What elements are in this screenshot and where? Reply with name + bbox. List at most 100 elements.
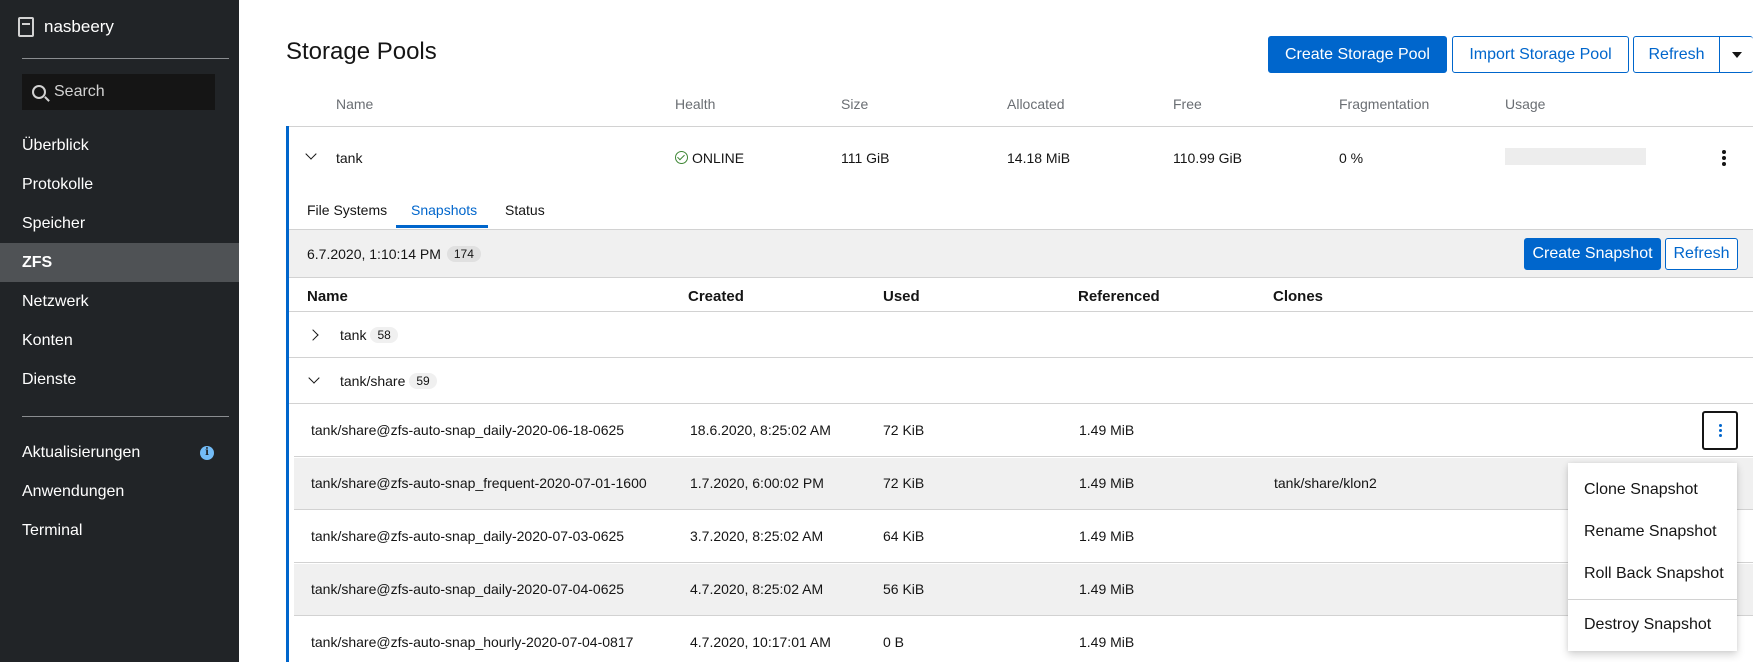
column-header-fragmentation: Fragmentation (1339, 96, 1430, 112)
column-header-clones: Clones (1273, 288, 1324, 305)
host-selector[interactable]: nasbeery (18, 14, 114, 40)
tab-file-systems[interactable]: File Systems (307, 202, 387, 218)
caret-down-icon (1731, 51, 1742, 58)
snapshot-created: 3.7.2020, 8:25:02 AM (690, 528, 824, 544)
create-snapshot-button[interactable]: Create Snapshot (1524, 238, 1661, 270)
snapshot-created: 4.7.2020, 10:17:01 AM (690, 634, 831, 650)
pool-fragmentation: 0 % (1339, 150, 1364, 166)
snapshot-timestamp-group: 6.7.2020, 1:10:14 PM 174 (307, 246, 481, 262)
divider (289, 311, 1753, 312)
nav-item-logs[interactable]: Protokolle (0, 165, 239, 204)
nav-item-zfs[interactable]: ZFS (0, 243, 239, 282)
snapshot-name: tank/share@zfs-auto-snap_daily-2020-06-1… (311, 422, 625, 438)
check-circle-icon (675, 151, 688, 164)
snapshot-referenced: 1.49 MiB (1079, 634, 1135, 650)
column-header-referenced: Referenced (1078, 288, 1160, 305)
search-input[interactable] (54, 83, 204, 101)
snapshot-used: 0 B (883, 634, 905, 650)
page-title: Storage Pools (286, 38, 437, 65)
snapshot-name: tank/share@zfs-auto-snap_daily-2020-07-0… (311, 581, 625, 597)
column-header-name: Name (307, 288, 348, 305)
snapshot-created: 1.7.2020, 6:00:02 PM (690, 475, 824, 491)
nav-item-updates[interactable]: Aktualisierungen i (0, 433, 239, 472)
menu-divider (1568, 599, 1737, 600)
chevron-down-icon[interactable] (308, 372, 320, 384)
group-tank[interactable]: tank 58 (340, 327, 398, 343)
snapshot-referenced: 1.49 MiB (1079, 528, 1135, 544)
refresh-dropdown-toggle[interactable] (1719, 36, 1753, 73)
group-name: tank/share (340, 373, 406, 389)
create-storage-pool-button[interactable]: Create Storage Pool (1268, 36, 1447, 73)
nav-item-terminal[interactable]: Terminal (0, 511, 239, 550)
table-row[interactable]: tank/share@zfs-auto-snap_daily-2020-07-0… (294, 564, 1753, 616)
snapshot-referenced: 1.49 MiB (1079, 422, 1135, 438)
nav-item-network[interactable]: Netzwerk (0, 282, 239, 321)
pool-size: 111 GiB (841, 150, 890, 166)
group-name: tank (340, 327, 367, 343)
pool-kebab-icon[interactable] (1722, 150, 1726, 166)
snapshot-name: tank/share@zfs-auto-snap_frequent-2020-0… (311, 475, 647, 491)
nav-item-overview[interactable]: Überblick (0, 126, 239, 165)
pool-name[interactable]: tank (336, 150, 362, 166)
snapshot-referenced: 1.49 MiB (1079, 475, 1135, 491)
group-count-badge: 59 (409, 373, 437, 389)
table-row[interactable]: tank/share@zfs-auto-snap_daily-2020-07-0… (294, 511, 1753, 563)
import-storage-pool-button[interactable]: Import Storage Pool (1452, 36, 1629, 73)
expanded-row-accent (286, 126, 289, 662)
sidebar-divider (22, 58, 229, 59)
nav-item-applications[interactable]: Anwendungen (0, 472, 239, 511)
table-row[interactable]: tank/share@zfs-auto-snap_daily-2020-06-1… (294, 405, 1753, 457)
menu-item-clone-snapshot[interactable]: Clone Snapshot (1568, 469, 1737, 511)
menu-item-rename-snapshot[interactable]: Rename Snapshot (1568, 511, 1737, 553)
tab-status[interactable]: Status (505, 202, 545, 218)
snapshot-actions-button[interactable] (1702, 411, 1738, 450)
column-header-usage: Usage (1505, 96, 1546, 112)
nav-item-accounts[interactable]: Konten (0, 321, 239, 360)
snapshot-created: 18.6.2020, 8:25:02 AM (690, 422, 831, 438)
search-icon (32, 85, 46, 99)
pool-allocated: 14.18 MiB (1007, 150, 1071, 166)
group-count-badge: 58 (370, 327, 398, 343)
usage-bar (1505, 148, 1646, 165)
chevron-right-icon[interactable] (307, 329, 319, 341)
table-row[interactable]: tank/share@zfs-auto-snap_hourly-2020-07-… (294, 617, 1753, 662)
column-header-used: Used (883, 288, 920, 305)
snapshot-actions-menu: Clone Snapshot Rename Snapshot Roll Back… (1568, 463, 1737, 651)
snapshot-timestamp: 6.7.2020, 1:10:14 PM (307, 246, 441, 262)
pool-health: ONLINE (692, 150, 745, 166)
snapshot-count-badge: 174 (446, 246, 481, 262)
snapshot-used: 72 KiB (883, 422, 925, 438)
snapshot-used: 56 KiB (883, 581, 925, 597)
table-row[interactable]: tank/share@zfs-auto-snap_frequent-2020-0… (294, 458, 1753, 510)
column-header-allocated: Allocated (1007, 96, 1065, 112)
snapshot-name: tank/share@zfs-auto-snap_hourly-2020-07-… (311, 634, 634, 650)
column-header-created: Created (688, 288, 744, 305)
sidebar: nasbeery Überblick Protokolle Speicher Z… (0, 0, 239, 662)
refresh-button[interactable]: Refresh (1633, 36, 1720, 73)
nav-item-label: Aktualisierungen (22, 443, 141, 461)
column-header-name: Name (336, 96, 374, 112)
sidebar-divider (22, 416, 229, 417)
menu-item-roll-back-snapshot[interactable]: Roll Back Snapshot (1568, 553, 1737, 595)
pool-free: 110.99 GiB (1173, 150, 1243, 166)
column-header-size: Size (841, 96, 869, 112)
menu-item-destroy-snapshot[interactable]: Destroy Snapshot (1568, 604, 1737, 646)
chevron-down-icon[interactable] (305, 148, 317, 160)
nav-item-services[interactable]: Dienste (0, 360, 239, 399)
snapshot-name: tank/share@zfs-auto-snap_daily-2020-07-0… (311, 528, 625, 544)
divider (289, 403, 1753, 404)
refresh-snapshots-button[interactable]: Refresh (1665, 238, 1738, 270)
snapshot-referenced: 1.49 MiB (1079, 581, 1135, 597)
divider (288, 126, 1753, 127)
group-tank-share[interactable]: tank/share 59 (340, 373, 437, 389)
search-box[interactable] (22, 74, 215, 110)
app-window: nasbeery Überblick Protokolle Speicher Z… (0, 0, 1753, 662)
column-header-health: Health (675, 96, 716, 112)
tab-snapshots[interactable]: Snapshots (411, 202, 477, 218)
nav-item-storage[interactable]: Speicher (0, 204, 239, 243)
snapshot-created: 4.7.2020, 8:25:02 AM (690, 581, 824, 597)
snapshot-clones: tank/share/klon2 (1274, 475, 1377, 491)
info-icon: i (200, 445, 214, 460)
snapshot-used: 64 KiB (883, 528, 925, 544)
server-icon (18, 17, 34, 37)
